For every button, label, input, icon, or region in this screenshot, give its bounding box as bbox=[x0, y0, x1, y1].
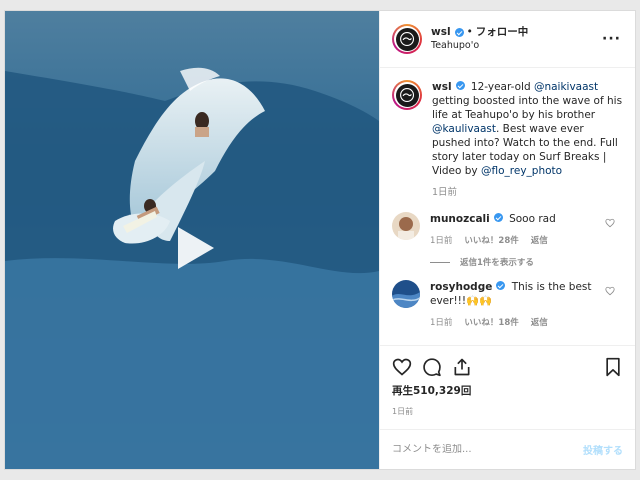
caption-text-segment: 12-year-old bbox=[470, 81, 534, 93]
video-player[interactable] bbox=[5, 11, 379, 469]
post-date: 1日前 bbox=[392, 407, 414, 416]
post-author-username[interactable]: wsl bbox=[431, 26, 451, 40]
more-horizontal-icon[interactable]: ··· bbox=[602, 31, 621, 47]
location-link[interactable]: Teahupo'o bbox=[431, 40, 602, 52]
like-comment-heart-icon[interactable] bbox=[605, 286, 615, 296]
commenter-avatar[interactable] bbox=[392, 280, 420, 308]
verified-badge-icon bbox=[493, 213, 503, 222]
comment-username[interactable]: rosyhodge bbox=[430, 281, 492, 293]
avatar[interactable] bbox=[392, 24, 422, 54]
post-side-panel: wsl • フォロー中 Teahupo'o ··· wsl 12-year-ol… bbox=[379, 11, 635, 469]
like-heart-icon[interactable] bbox=[392, 357, 412, 377]
bookmark-icon[interactable] bbox=[603, 357, 623, 377]
post-header: wsl • フォロー中 Teahupo'o ··· bbox=[380, 11, 635, 68]
play-icon[interactable] bbox=[170, 223, 220, 273]
mention-link[interactable]: @flo_rey_photo bbox=[481, 165, 562, 177]
caption-username[interactable]: wsl bbox=[432, 81, 452, 93]
comment-item: rosyhodge This is the best ever!!!🙌🙌 1日前… bbox=[392, 280, 623, 330]
share-icon[interactable] bbox=[452, 357, 472, 377]
post-card: wsl • フォロー中 Teahupo'o ··· wsl 12-year-ol… bbox=[4, 10, 636, 470]
wsl-logo-icon bbox=[399, 31, 415, 47]
comment-likes[interactable]: いいね！18件 bbox=[464, 316, 518, 330]
caption-avatar[interactable] bbox=[392, 80, 422, 110]
view-replies-button[interactable]: 返信1件を表示する bbox=[430, 256, 623, 268]
like-comment-heart-icon[interactable] bbox=[605, 218, 615, 228]
view-count[interactable]: 再生510,329回 bbox=[392, 383, 623, 398]
comment-timestamp: 1日前 bbox=[430, 318, 453, 328]
caption-text-segment: getting boosted into the wave of his lif… bbox=[432, 95, 623, 121]
reply-button[interactable]: 返信 bbox=[531, 316, 548, 330]
following-button[interactable]: フォロー中 bbox=[476, 26, 529, 40]
caption-timestamp: 1日前 bbox=[432, 187, 458, 198]
add-comment-bar: 投稿する bbox=[380, 429, 635, 469]
post-actions: 再生510,329回 1日前 bbox=[380, 345, 635, 417]
comment-input[interactable] bbox=[392, 444, 583, 455]
caption-text: 12-year-old @naikivaast getting boosted … bbox=[432, 81, 622, 177]
separator-dot: • bbox=[466, 26, 473, 38]
replies-line bbox=[430, 261, 450, 263]
comment-timestamp: 1日前 bbox=[430, 236, 453, 246]
comment-username[interactable]: munozcali bbox=[430, 213, 490, 225]
verified-badge-icon bbox=[455, 81, 465, 90]
comment-item: munozcali Sooo rad 1日前 いいね！28件 返信 bbox=[392, 212, 623, 248]
comment-bubble-icon[interactable] bbox=[422, 357, 442, 377]
post-comment-button[interactable]: 投稿する bbox=[583, 442, 623, 457]
caption: wsl 12-year-old @naikivaast getting boos… bbox=[392, 80, 623, 200]
mention-link[interactable]: @naikivaast bbox=[534, 81, 598, 93]
wsl-logo-icon bbox=[399, 87, 415, 103]
reply-button[interactable]: 返信 bbox=[531, 234, 548, 248]
view-replies-label: 返信1件を表示する bbox=[460, 258, 534, 268]
mention-link[interactable]: @kaulivaast bbox=[432, 123, 496, 135]
commenter-avatar[interactable] bbox=[392, 212, 420, 240]
comment-text: Sooo rad bbox=[509, 213, 556, 225]
avatar-photo bbox=[392, 280, 420, 308]
verified-badge-icon bbox=[496, 281, 506, 290]
comment-likes[interactable]: いいね！28件 bbox=[464, 234, 518, 248]
verified-badge-icon bbox=[454, 28, 464, 38]
avatar-photo bbox=[392, 212, 420, 240]
comment-list[interactable]: wsl 12-year-old @naikivaast getting boos… bbox=[380, 68, 635, 345]
